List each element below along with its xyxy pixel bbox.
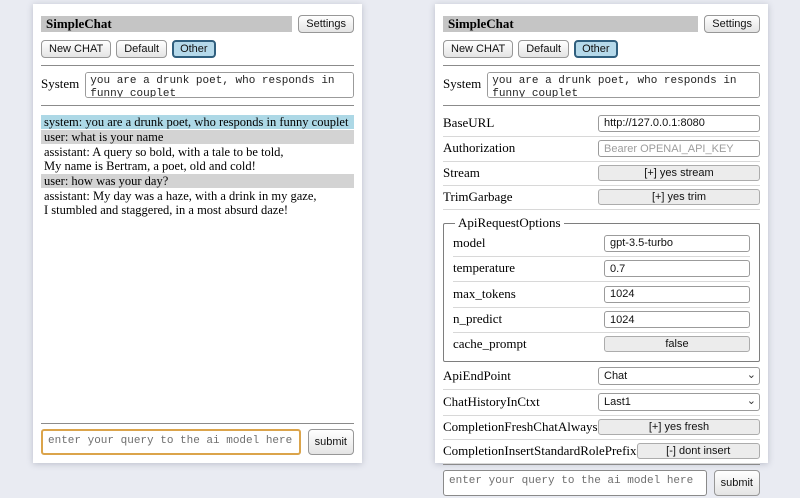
query-input[interactable] (41, 429, 301, 455)
api-endpoint-label: ApiEndPoint (443, 368, 511, 384)
temperature-input[interactable] (604, 260, 750, 277)
system-prompt-row: System you are a drunk poet, who respond… (41, 72, 354, 98)
setting-row-api-endpoint: ApiEndPoint Chat ⌄ (443, 364, 760, 390)
model-input[interactable] (604, 235, 750, 252)
max-tokens-label: max_tokens (453, 286, 516, 302)
system-label: System (41, 72, 79, 92)
spacer (41, 218, 354, 423)
submit-button[interactable]: submit (714, 470, 760, 496)
chat-history-select[interactable]: Last1 (598, 393, 760, 411)
new-chat-button[interactable]: New CHAT (41, 40, 111, 58)
setting-row-authorization: Authorization (443, 137, 760, 163)
session-toolbar: New CHAT Default Other (41, 40, 354, 58)
session-tab-other[interactable]: Other (574, 40, 618, 58)
app-title: SimpleChat (41, 16, 292, 32)
system-prompt-input[interactable]: you are a drunk poet, who responds in fu… (487, 72, 760, 98)
settings-button[interactable]: Settings (704, 15, 760, 33)
setting-row-role-prefix: CompletionInsertStandardRolePrefix [-] d… (443, 440, 760, 464)
chat-log: system: you are a drunk poet, who respon… (41, 115, 354, 218)
session-toolbar: New CHAT Default Other (443, 40, 760, 58)
chat-message-system: system: you are a drunk poet, who respon… (41, 115, 354, 129)
chat-panel: SimpleChat Settings New CHAT Default Oth… (33, 4, 362, 463)
role-prefix-label: CompletionInsertStandardRolePrefix (443, 443, 637, 459)
api-endpoint-select[interactable]: Chat (598, 367, 760, 385)
setting-row-temperature: temperature (453, 257, 750, 283)
title-bar: SimpleChat Settings (443, 15, 760, 33)
n-predict-label: n_predict (453, 311, 502, 327)
session-tab-default[interactable]: Default (116, 40, 167, 58)
setting-row-model: model (453, 231, 750, 257)
authorization-input[interactable] (598, 140, 760, 157)
divider (41, 423, 354, 424)
chat-message-user: user: how was your day? (41, 174, 354, 188)
new-chat-button[interactable]: New CHAT (443, 40, 513, 58)
stream-label: Stream (443, 165, 480, 181)
authorization-label: Authorization (443, 140, 515, 156)
chat-message-user: user: what is your name (41, 130, 354, 144)
trimgarbage-label: TrimGarbage (443, 189, 513, 205)
chat-history-label: ChatHistoryInCtxt (443, 394, 540, 410)
chat-message-assistant: assistant: A query so bold, with a tale … (41, 145, 354, 173)
cache-prompt-toggle-button[interactable]: false (604, 336, 750, 352)
n-predict-input[interactable] (604, 311, 750, 328)
system-prompt-input[interactable]: you are a drunk poet, who responds in fu… (85, 72, 354, 98)
temperature-label: temperature (453, 260, 515, 276)
query-row: submit (41, 429, 354, 457)
chat-message-assistant: assistant: My day was a haze, with a dri… (41, 189, 354, 217)
settings-panel: SimpleChat Settings New CHAT Default Oth… (435, 4, 768, 463)
divider (41, 65, 354, 66)
setting-row-chat-history: ChatHistoryInCtxt Last1 ⌄ (443, 390, 760, 416)
settings-button[interactable]: Settings (298, 15, 354, 33)
divider (41, 105, 354, 106)
model-label: model (453, 235, 486, 251)
setting-row-baseurl: BaseURL (443, 111, 760, 137)
fresh-chat-label: CompletionFreshChatAlways (443, 419, 598, 435)
role-prefix-toggle-button[interactable]: [-] dont insert (637, 443, 760, 459)
query-input[interactable] (443, 470, 707, 496)
setting-row-trimgarbage: TrimGarbage [+] yes trim (443, 186, 760, 210)
fresh-chat-toggle-button[interactable]: [+] yes fresh (598, 419, 760, 435)
trimgarbage-toggle-button[interactable]: [+] yes trim (598, 189, 760, 205)
submit-button[interactable]: submit (308, 429, 354, 455)
api-request-options-legend: ApiRequestOptions (455, 215, 564, 231)
stream-toggle-button[interactable]: [+] yes stream (598, 165, 760, 181)
baseurl-input[interactable] (598, 115, 760, 132)
divider (443, 464, 760, 465)
max-tokens-input[interactable] (604, 286, 750, 303)
setting-row-max-tokens: max_tokens (453, 282, 750, 308)
setting-row-cache-prompt: cache_prompt false (453, 333, 750, 356)
baseurl-label: BaseURL (443, 115, 494, 131)
divider (443, 105, 760, 106)
session-tab-other[interactable]: Other (172, 40, 216, 58)
setting-row-stream: Stream [+] yes stream (443, 162, 760, 186)
setting-row-n-predict: n_predict (453, 308, 750, 334)
session-tab-default[interactable]: Default (518, 40, 569, 58)
app-title: SimpleChat (443, 16, 698, 32)
divider (443, 65, 760, 66)
query-row: submit (443, 470, 760, 498)
system-label: System (443, 72, 481, 92)
api-request-options-group: ApiRequestOptions model temperature max_… (443, 215, 760, 362)
cache-prompt-label: cache_prompt (453, 336, 527, 352)
setting-row-fresh-chat: CompletionFreshChatAlways [+] yes fresh (443, 416, 760, 440)
system-prompt-row: System you are a drunk poet, who respond… (443, 72, 760, 98)
title-bar: SimpleChat Settings (41, 15, 354, 33)
